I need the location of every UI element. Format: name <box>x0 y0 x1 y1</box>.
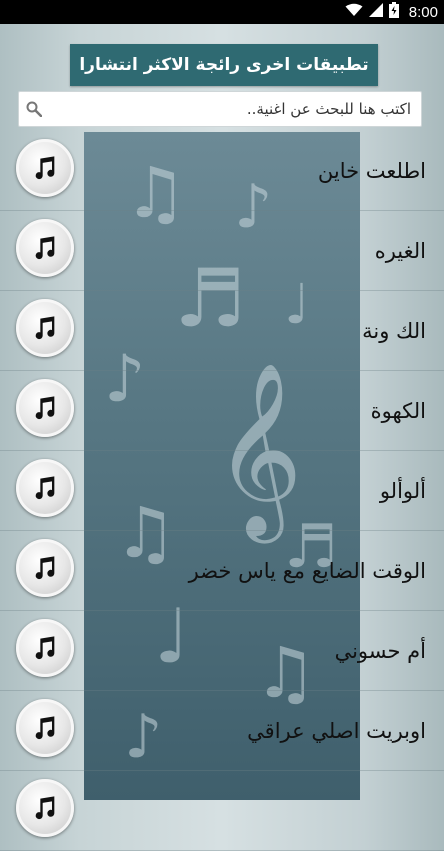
song-list-item[interactable]: اطلعت خاين <box>0 131 444 211</box>
music-note-icon <box>16 379 74 437</box>
wifi-icon <box>345 3 363 21</box>
signal-icon <box>368 3 383 21</box>
battery-icon <box>388 2 399 22</box>
song-list: اطلعت خاين الغيره الك ونة الكهوة ألوألو … <box>0 131 444 851</box>
song-list-item[interactable]: الك ونة <box>0 291 444 371</box>
song-title: الك ونة <box>362 319 426 343</box>
music-note-icon <box>16 219 74 277</box>
music-note-icon <box>16 699 74 757</box>
song-title: أم حسوني <box>334 639 426 663</box>
song-title: الكهوة <box>370 399 426 423</box>
song-list-item[interactable]: الوقت الضايع مع ياس خضر <box>0 531 444 611</box>
status-bar: 8:00 <box>0 0 444 24</box>
song-title: الغيره <box>374 239 426 263</box>
music-note-icon <box>16 459 74 517</box>
promo-banner-button[interactable]: تطبيقات اخرى رائجة الاكثر انتشارا <box>70 44 378 86</box>
song-title: الوقت الضايع مع ياس خضر <box>188 559 426 583</box>
song-list-item[interactable]: أم حسوني <box>0 611 444 691</box>
search-box <box>18 91 422 127</box>
song-list-item[interactable]: ألوألو <box>0 451 444 531</box>
song-title: ألوألو <box>379 479 426 503</box>
music-note-icon <box>16 139 74 197</box>
song-title: اوبريت اصلي عراقي <box>247 719 426 743</box>
search-icon[interactable] <box>19 94 49 124</box>
song-list-item[interactable] <box>0 771 444 851</box>
status-time: 8:00 <box>408 3 438 21</box>
song-list-item[interactable]: اوبريت اصلي عراقي <box>0 691 444 771</box>
music-note-icon <box>16 299 74 357</box>
song-title: اطلعت خاين <box>317 159 426 183</box>
song-list-item[interactable]: الغيره <box>0 211 444 291</box>
music-note-icon <box>16 619 74 677</box>
song-list-item[interactable]: الكهوة <box>0 371 444 451</box>
search-input[interactable] <box>49 92 421 126</box>
music-note-icon <box>16 779 74 837</box>
music-note-icon <box>16 539 74 597</box>
